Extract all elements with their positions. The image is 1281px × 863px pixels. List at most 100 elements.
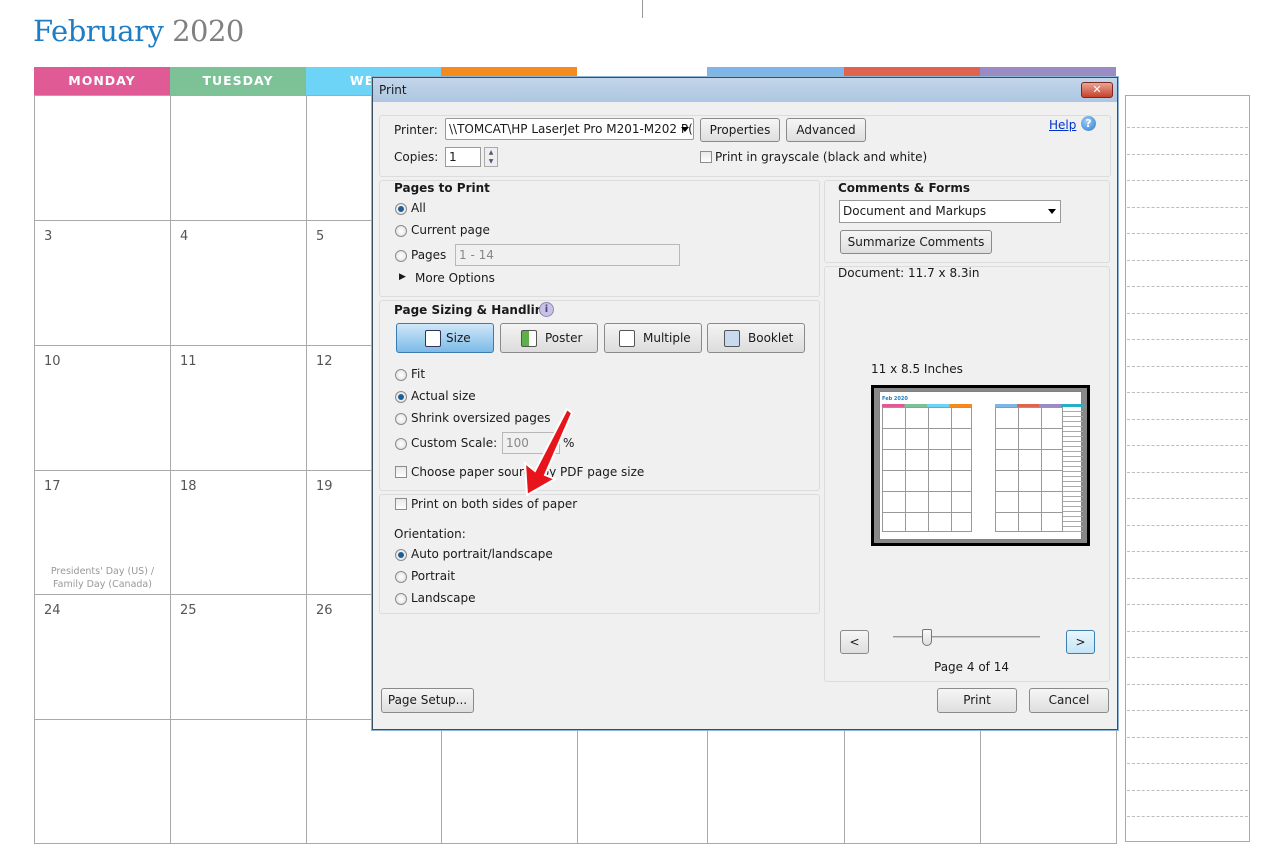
note-line bbox=[1127, 154, 1248, 155]
calendar-day-cell[interactable] bbox=[577, 719, 708, 844]
copies-label: Copies: bbox=[394, 150, 439, 164]
radio-shrink[interactable] bbox=[395, 413, 407, 425]
radio-custom-scale[interactable] bbox=[395, 438, 407, 450]
calendar-day-cell[interactable] bbox=[980, 719, 1117, 844]
cancel-button[interactable]: Cancel bbox=[1029, 688, 1109, 713]
page-slider-track[interactable] bbox=[893, 636, 1040, 638]
duplex-checkbox[interactable] bbox=[395, 498, 407, 510]
calendar-day-cell[interactable] bbox=[441, 719, 578, 844]
expand-triangle-icon[interactable]: ▶ bbox=[399, 272, 406, 282]
page-preview: Feb 2020 bbox=[871, 385, 1090, 546]
dialog-title-bar[interactable]: Print ✕ bbox=[373, 78, 1117, 102]
chevron-down-icon bbox=[1048, 209, 1056, 214]
day-header: MONDAY bbox=[34, 67, 170, 95]
properties-button[interactable]: Properties bbox=[700, 118, 780, 142]
tab-multiple-label: Multiple bbox=[643, 331, 691, 345]
note-line bbox=[1127, 207, 1248, 208]
comments-forms-select[interactable]: Document and Markups bbox=[839, 200, 1061, 223]
preview-grid-right bbox=[995, 407, 1063, 532]
page-sizing-title: Page Sizing & Handling bbox=[394, 303, 552, 317]
copies-input[interactable]: 1 bbox=[445, 147, 481, 167]
day-header-label: TUESDAY bbox=[202, 73, 274, 88]
note-line bbox=[1127, 286, 1248, 287]
radio-custom-scale-label: Custom Scale: bbox=[411, 436, 498, 450]
copies-value: 1 bbox=[449, 150, 457, 164]
calendar-day-cell[interactable]: 25 bbox=[170, 594, 307, 720]
tab-size[interactable]: Size bbox=[396, 323, 494, 353]
calendar-day-cell[interactable] bbox=[844, 719, 981, 844]
help-icon[interactable]: ? bbox=[1081, 116, 1096, 131]
calendar-day-cell[interactable]: 17 Presidents' Day (US) / Family Day (Can… bbox=[34, 470, 171, 595]
info-icon[interactable]: i bbox=[539, 302, 554, 317]
preview-notes bbox=[1063, 407, 1083, 532]
note-line bbox=[1127, 233, 1248, 234]
radio-all-label: All bbox=[411, 201, 426, 215]
tab-poster[interactable]: Poster bbox=[500, 323, 598, 353]
calendar-day-cell[interactable]: 11 bbox=[170, 345, 307, 471]
note-line bbox=[1127, 710, 1248, 711]
radio-current-page[interactable] bbox=[395, 225, 407, 237]
calendar-day-cell[interactable] bbox=[306, 719, 442, 844]
calendar-day-cell[interactable] bbox=[170, 95, 307, 221]
notes-header: NOTES bbox=[1125, 67, 1250, 95]
calendar-title: February 2020 bbox=[33, 14, 244, 48]
calendar-day-cell[interactable]: 10 bbox=[34, 345, 171, 471]
radio-portrait[interactable] bbox=[395, 571, 407, 583]
calendar-day-cell[interactable]: 3 bbox=[34, 220, 171, 346]
radio-actual-size[interactable] bbox=[395, 391, 407, 403]
calendar-day-cell[interactable] bbox=[34, 719, 171, 844]
note-line bbox=[1127, 525, 1248, 526]
orientation-title: Orientation: bbox=[394, 527, 466, 541]
radio-all[interactable] bbox=[395, 203, 407, 215]
day-number: 3 bbox=[44, 229, 53, 244]
day-number: 12 bbox=[316, 354, 333, 369]
tab-size-label: Size bbox=[446, 331, 471, 345]
page-setup-button[interactable]: Page Setup... bbox=[381, 688, 474, 713]
radio-pages-label: Pages bbox=[411, 248, 447, 262]
radio-landscape[interactable] bbox=[395, 593, 407, 605]
comments-forms-title: Comments & Forms bbox=[838, 181, 970, 195]
note-line bbox=[1127, 366, 1248, 367]
radio-pages[interactable] bbox=[395, 250, 407, 262]
day-number: 26 bbox=[316, 603, 333, 618]
grayscale-checkbox[interactable] bbox=[700, 151, 712, 163]
calendar-day-cell[interactable] bbox=[170, 719, 307, 844]
note-line bbox=[1127, 419, 1248, 420]
tab-multiple[interactable]: Multiple bbox=[604, 323, 702, 353]
note-line bbox=[1127, 180, 1248, 181]
calendar-day-cell[interactable]: 4 bbox=[170, 220, 307, 346]
red-arrow-annotation bbox=[523, 407, 574, 497]
prev-page-button[interactable]: < bbox=[840, 630, 869, 654]
day-number: 25 bbox=[180, 603, 197, 618]
radio-current-page-label: Current page bbox=[411, 223, 490, 237]
pages-range-input[interactable]: 1 - 14 bbox=[455, 244, 680, 266]
close-button[interactable]: ✕ bbox=[1081, 82, 1113, 98]
radio-actual-size-label: Actual size bbox=[411, 389, 476, 403]
advanced-button[interactable]: Advanced bbox=[786, 118, 866, 142]
paper-source-checkbox[interactable] bbox=[395, 466, 407, 478]
more-options-toggle[interactable]: More Options bbox=[415, 271, 495, 285]
print-button[interactable]: Print bbox=[937, 688, 1017, 713]
radio-fit[interactable] bbox=[395, 369, 407, 381]
calendar-day-cell[interactable] bbox=[34, 95, 171, 221]
pages-to-print-title: Pages to Print bbox=[394, 181, 490, 195]
day-header: TUESDAY bbox=[170, 67, 306, 95]
calendar-day-cell[interactable] bbox=[707, 719, 845, 844]
help-link[interactable]: Help bbox=[1049, 118, 1076, 132]
next-page-button[interactable]: > bbox=[1066, 630, 1095, 654]
note-line bbox=[1127, 127, 1248, 128]
summarize-comments-button[interactable]: Summarize Comments bbox=[840, 230, 992, 254]
day-number: 11 bbox=[180, 354, 197, 369]
note-line bbox=[1127, 313, 1248, 314]
calendar-day-cell[interactable]: 24 bbox=[34, 594, 171, 720]
copies-stepper[interactable]: ▲ ▼ bbox=[484, 147, 498, 167]
radio-auto-orientation[interactable] bbox=[395, 549, 407, 561]
printer-select[interactable]: \\TOMCAT\HP LaserJet Pro M201-M202 P( bbox=[445, 118, 694, 140]
tab-booklet[interactable]: Booklet bbox=[707, 323, 805, 353]
page-slider-thumb[interactable] bbox=[921, 629, 932, 646]
calendar-day-cell[interactable]: 18 bbox=[170, 470, 307, 595]
radio-fit-label: Fit bbox=[411, 367, 426, 381]
preview-page: Feb 2020 bbox=[879, 391, 1083, 540]
note-line bbox=[1127, 737, 1248, 738]
day-number: 10 bbox=[44, 354, 61, 369]
